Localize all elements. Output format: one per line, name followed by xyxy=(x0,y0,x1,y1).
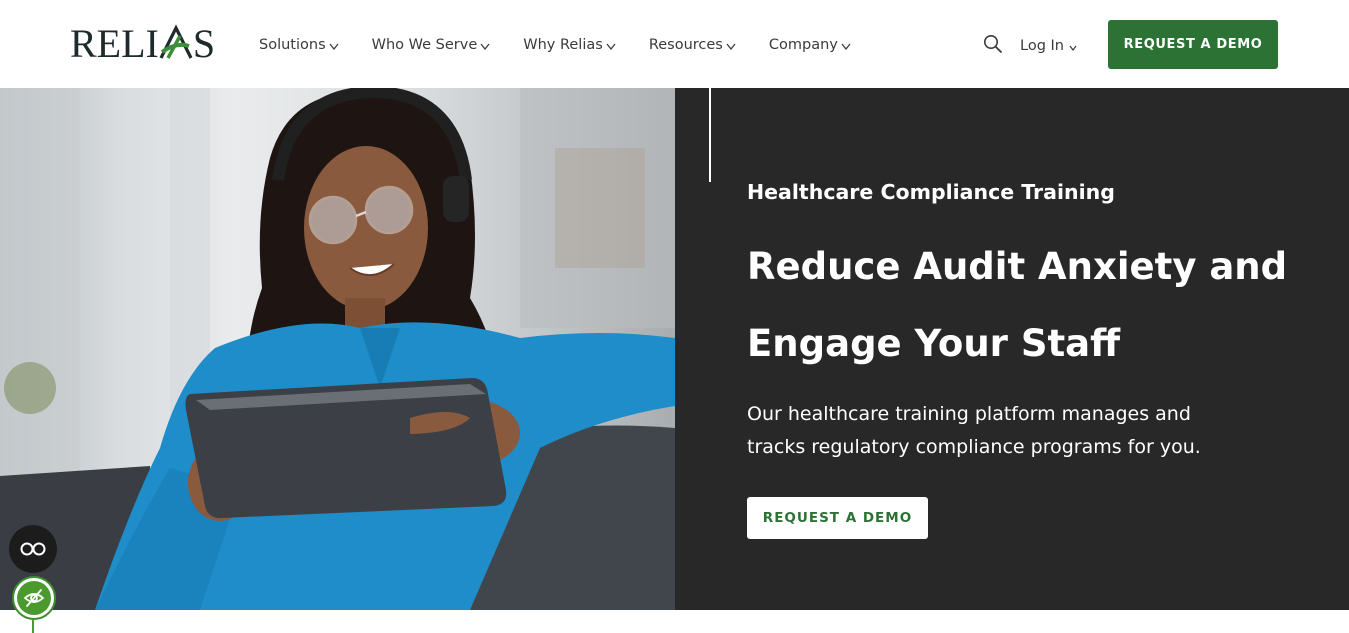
chevron-down-icon xyxy=(329,38,339,54)
accessibility-toggle xyxy=(17,581,51,615)
hero-image xyxy=(0,88,675,610)
chevron-down-icon xyxy=(606,38,616,54)
accent-divider xyxy=(709,88,711,182)
nav-label: Who We Serve xyxy=(371,37,478,53)
hero-request-demo-button[interactable]: REQUEST A DEMO xyxy=(747,497,928,539)
nav-item-company[interactable]: Company xyxy=(769,36,851,54)
hero-subtext-line-2: tracks regulatory compliance programs fo… xyxy=(747,436,1201,458)
relias-logo[interactable]: RELI S xyxy=(70,22,215,66)
nav-label: Why Relias xyxy=(523,37,603,53)
search-icon[interactable] xyxy=(983,34,1003,54)
main-nav: Solutions Who We Serve Why Relias Resour… xyxy=(259,32,884,58)
login-label: Log In xyxy=(1020,37,1064,54)
logo-a-mark-icon xyxy=(159,22,193,66)
login-link[interactable]: Log In xyxy=(1020,36,1077,55)
logo-text-left: RELI xyxy=(70,21,159,66)
nav-item-who-we-serve[interactable]: Who We Serve xyxy=(372,36,491,54)
chevron-down-icon xyxy=(1069,39,1077,55)
hero-headline: Reduce Audit Anxiety and Engage Your Sta… xyxy=(747,228,1317,382)
hero-panel: Healthcare Compliance Training Reduce Au… xyxy=(675,88,1349,610)
site-header: RELI S Solutions Who We Serve Why Relias xyxy=(0,0,1349,88)
hero-headline-line-2: Engage Your Staff xyxy=(747,322,1121,365)
nav-item-resources[interactable]: Resources xyxy=(649,36,736,54)
nav-item-solutions[interactable]: Solutions xyxy=(259,36,339,54)
nav-label: Company xyxy=(768,37,838,53)
hero-eyebrow: Healthcare Compliance Training xyxy=(747,180,1115,204)
eye-off-icon[interactable] xyxy=(12,576,56,620)
chevron-down-icon xyxy=(480,38,490,54)
request-demo-button[interactable]: REQUEST A DEMO xyxy=(1108,20,1278,69)
nav-item-why-relias[interactable]: Why Relias xyxy=(523,36,616,54)
widget-connector xyxy=(32,620,34,633)
hero-subtext: Our healthcare training platform manages… xyxy=(747,398,1307,464)
closed-captions-icon[interactable] xyxy=(9,525,57,573)
nav-label: Resources xyxy=(648,37,723,53)
nav-label: Solutions xyxy=(259,37,326,53)
hero-headline-line-1: Reduce Audit Anxiety and xyxy=(747,245,1288,288)
photo-woman-with-tablet-icon xyxy=(0,88,675,610)
chevron-down-icon xyxy=(726,38,736,54)
hero-subtext-line-1: Our healthcare training platform manages… xyxy=(747,403,1191,425)
logo-text-right: S xyxy=(192,21,216,66)
chevron-down-icon xyxy=(841,38,851,54)
